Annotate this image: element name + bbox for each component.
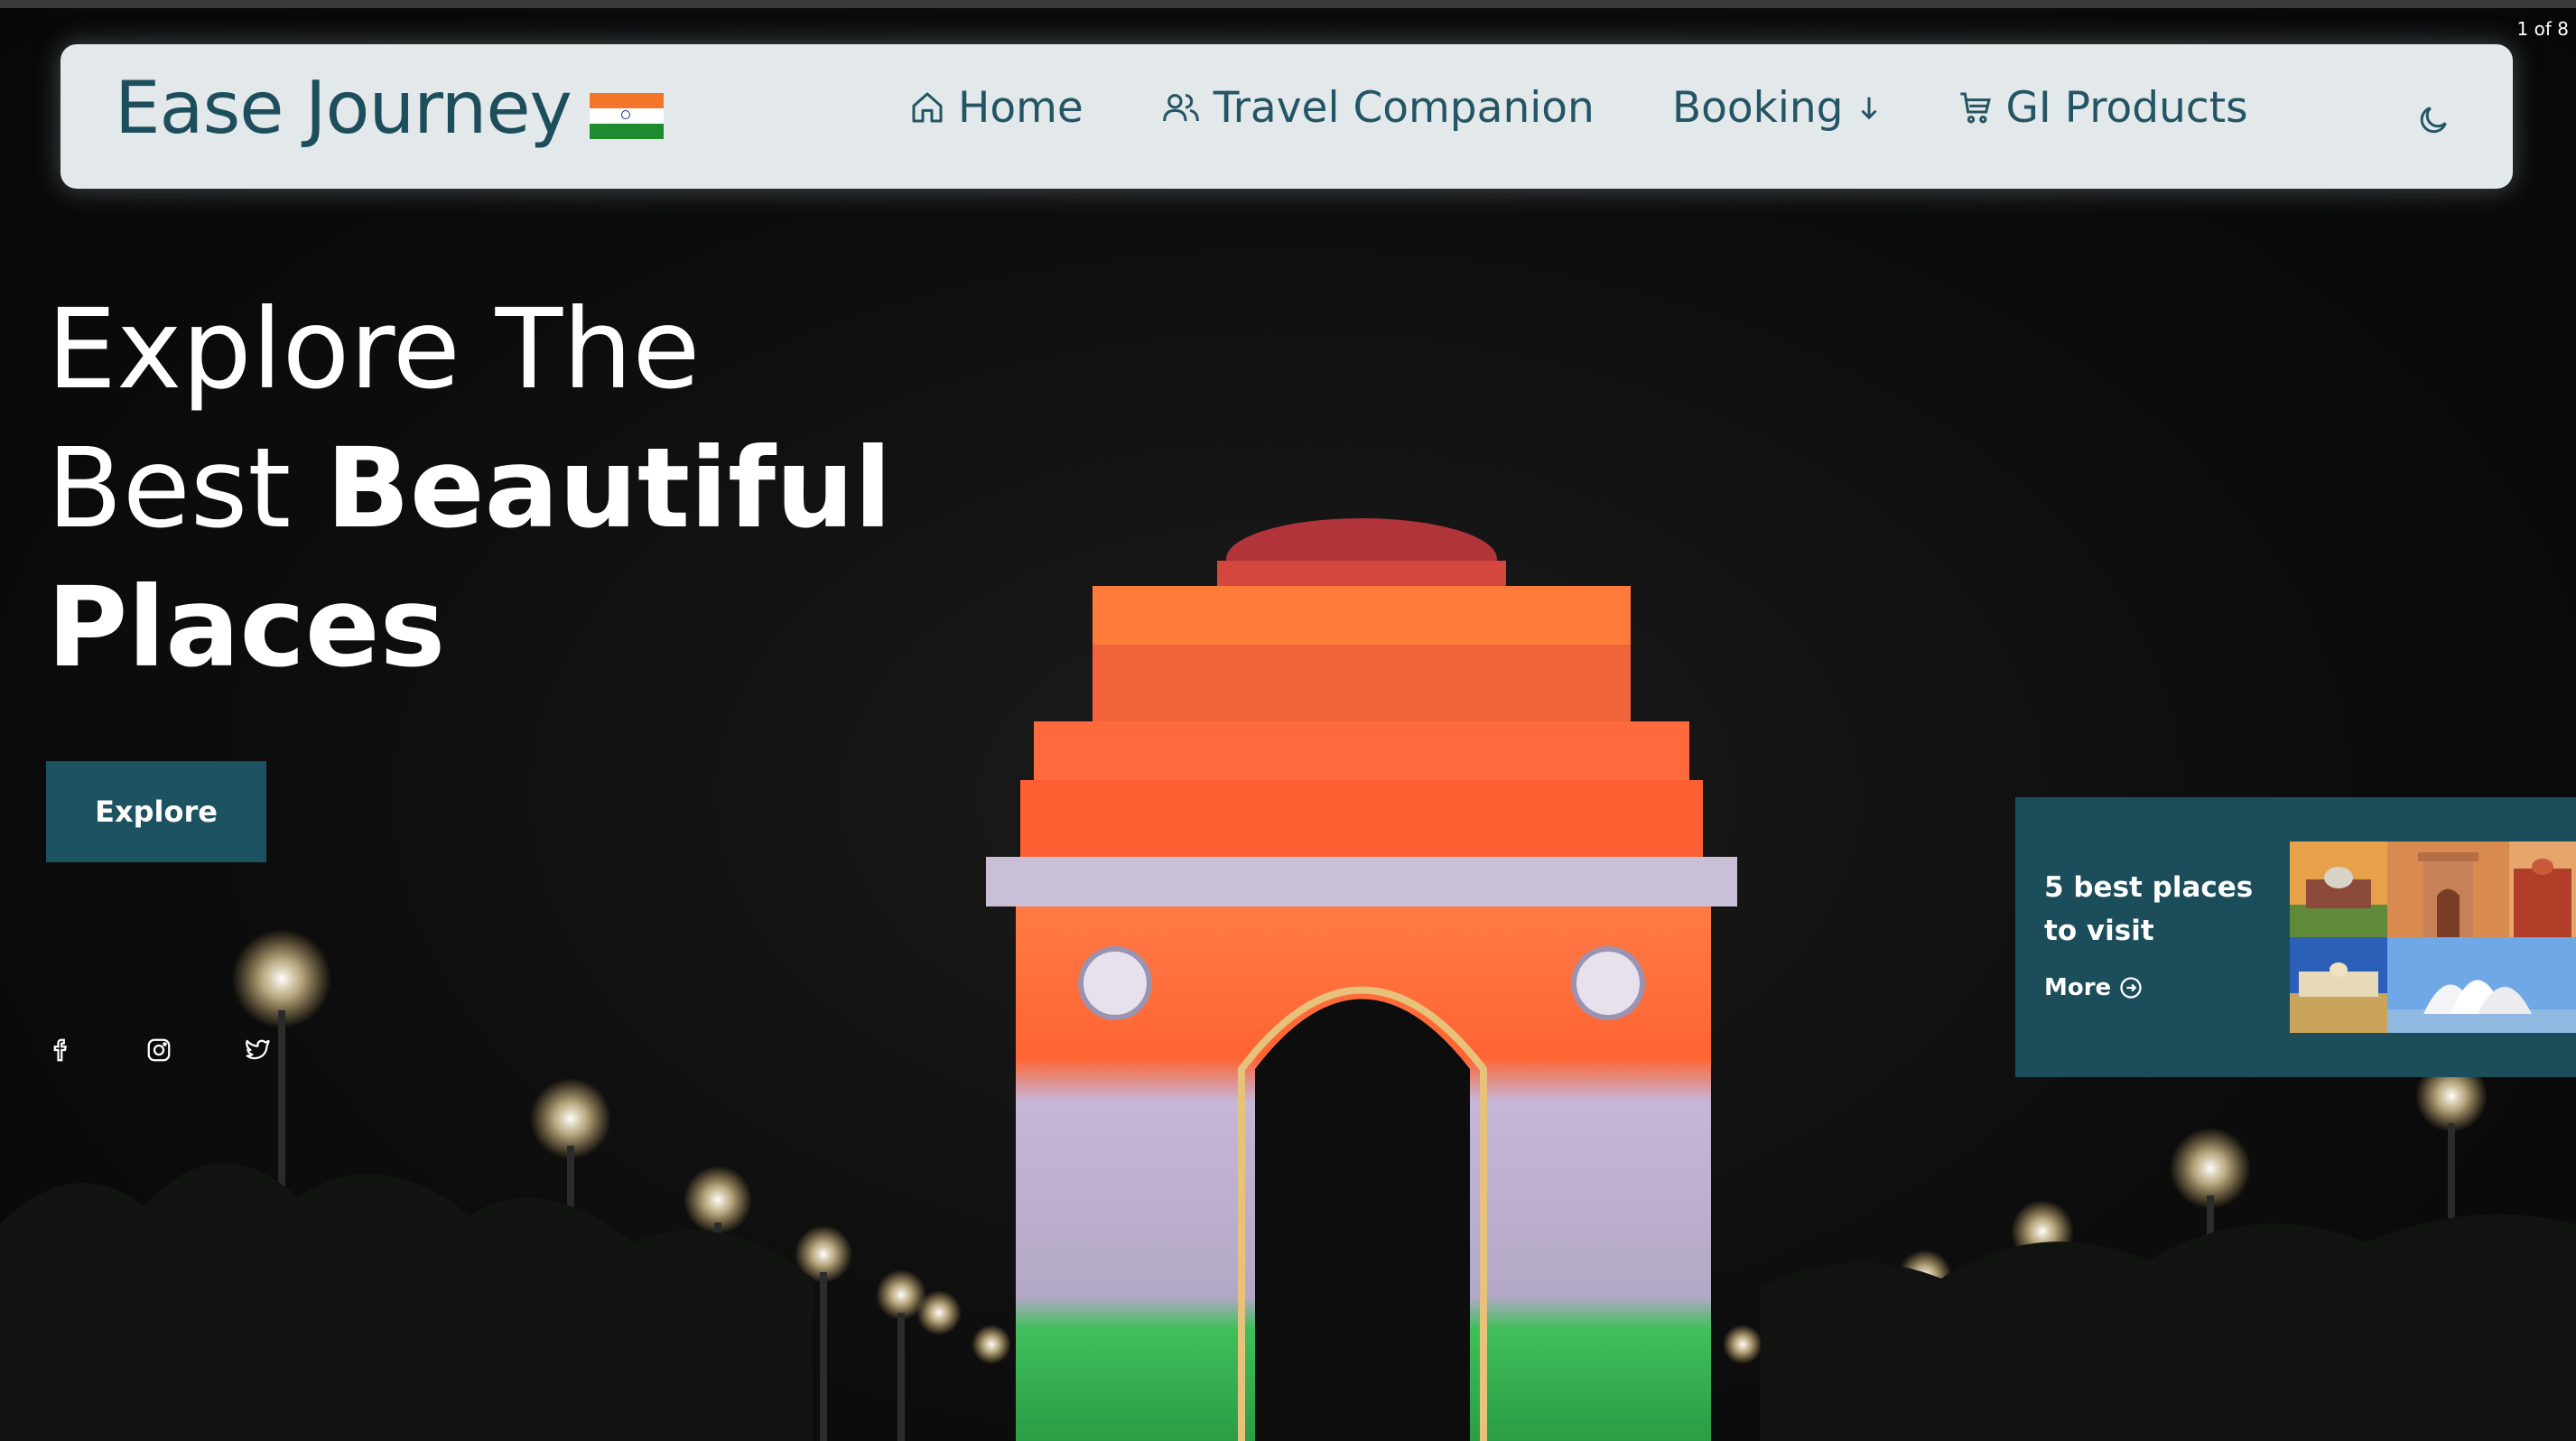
- brand[interactable]: Ease Journey: [115, 66, 664, 150]
- arrow-down-icon: [1860, 97, 1877, 120]
- nav-item-gi-products-label: GI Products: [2005, 82, 2248, 133]
- headline-line-2-bold: Beautiful: [325, 424, 892, 553]
- india-flag-icon: [589, 93, 664, 139]
- card-more-label: More: [2044, 974, 2112, 1001]
- thumbnail-india-gate[interactable]: [2387, 841, 2509, 937]
- users-icon: [1162, 94, 1199, 122]
- card-title: 5 best places to visit: [2044, 871, 2254, 947]
- thumbnail-red-fort[interactable]: [2509, 841, 2576, 937]
- thumbnail-lotus-temple[interactable]: [2387, 937, 2576, 1033]
- headline-line-3: Places: [47, 563, 446, 692]
- nav-item-travel-companion[interactable]: Travel Companion: [1161, 83, 1595, 133]
- facebook-icon[interactable]: [47, 1037, 74, 1064]
- home-icon: [912, 92, 943, 123]
- explore-button[interactable]: Explore: [46, 761, 266, 862]
- navbar: Ease Journey Home Travel Companion Booki…: [60, 44, 2513, 189]
- best-places-card[interactable]: 5 best places to visit More: [2015, 797, 2576, 1077]
- thumbnail-humayun-tomb[interactable]: [2290, 841, 2387, 937]
- page-counter: 1 of 8: [2516, 18, 2569, 40]
- headline-line-2-regular: Best: [47, 424, 326, 553]
- window-top-bar: [0, 0, 2576, 8]
- nav-item-booking-label: Booking: [1671, 82, 1844, 133]
- social-links: [47, 1037, 342, 1064]
- nav-menu: Home Travel Companion Booking GI Product…: [909, 71, 2326, 144]
- headline-line-1: Explore The: [47, 285, 701, 414]
- nav-item-booking[interactable]: Booking: [1672, 83, 1880, 133]
- hero-background: [0, 8, 2576, 1441]
- cart-icon: [1959, 92, 1991, 124]
- places-thumbnails: [2290, 841, 2576, 1033]
- arrow-right-circle-icon: [2120, 977, 2142, 999]
- brand-name: Ease Journey: [115, 66, 572, 150]
- nav-item-home[interactable]: Home: [909, 83, 1083, 133]
- nav-item-travel-companion-label: Travel Companion: [1213, 82, 1595, 133]
- thumbnail-rashtrapati-bhavan[interactable]: [2290, 937, 2387, 1033]
- card-more-link[interactable]: More: [2044, 974, 2144, 1001]
- instagram-icon[interactable]: [145, 1037, 172, 1064]
- moon-icon: [2420, 107, 2447, 134]
- theme-toggle-button[interactable]: [2415, 102, 2451, 138]
- hero-headline: Explore The Best Beautiful Places: [47, 280, 892, 697]
- twitter-icon[interactable]: [244, 1037, 271, 1064]
- nav-item-home-label: Home: [958, 82, 1083, 133]
- nav-item-gi-products[interactable]: GI Products: [1958, 83, 2248, 133]
